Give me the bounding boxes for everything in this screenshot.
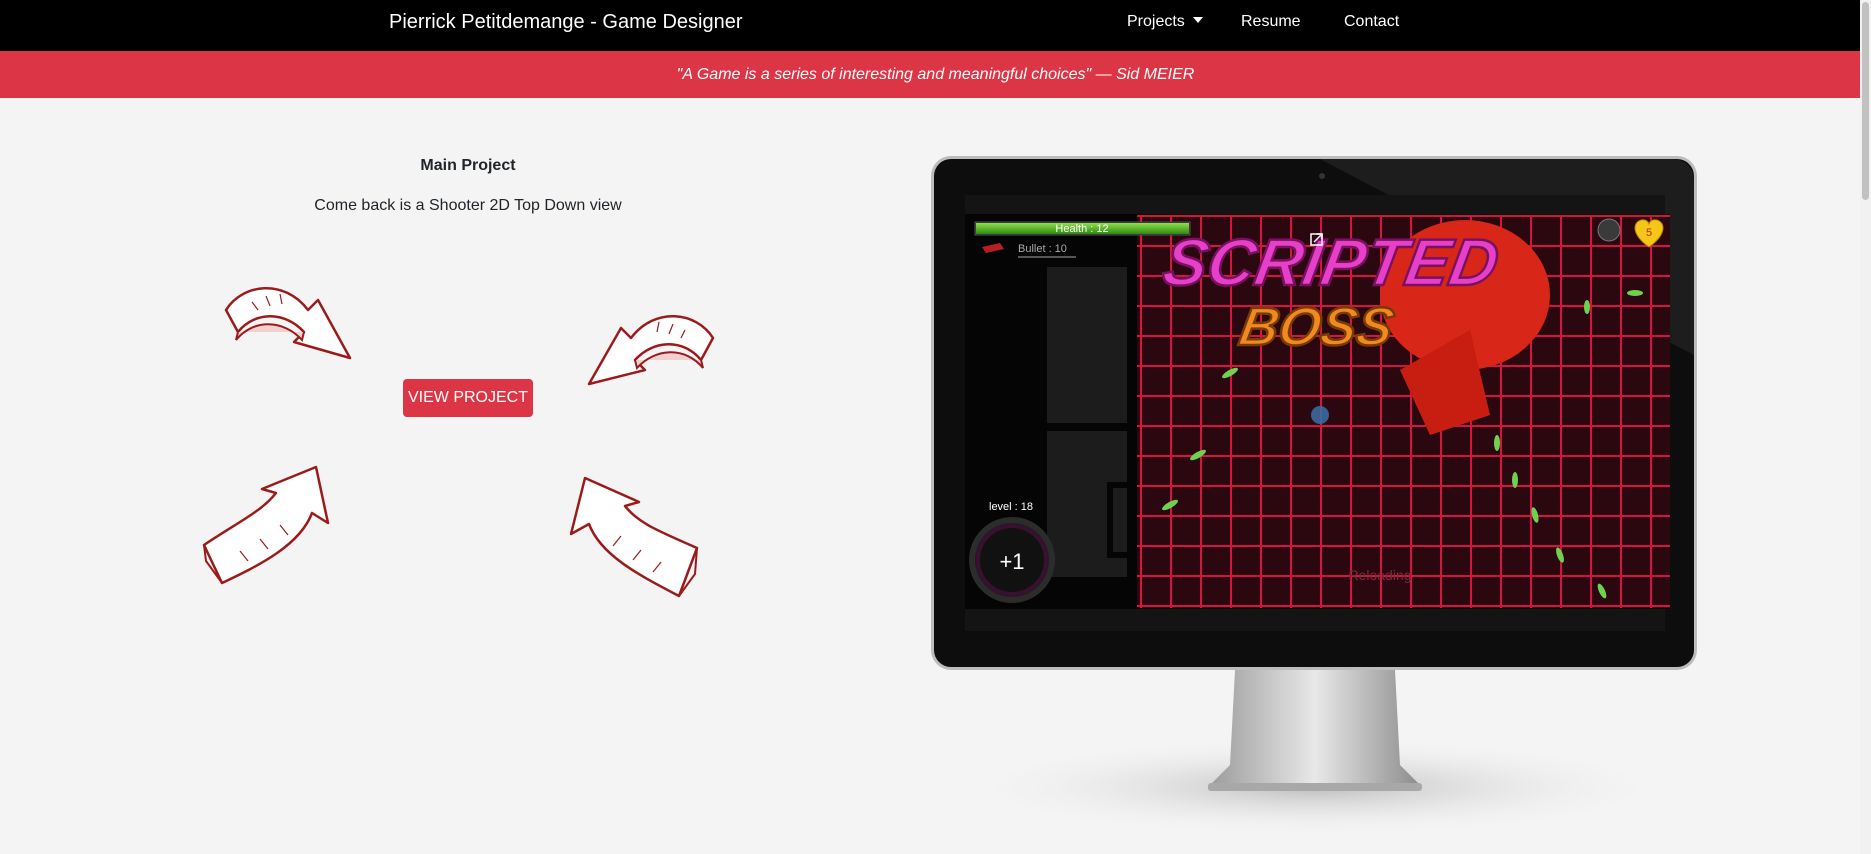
bullet-label: Bullet : 10: [1018, 243, 1067, 255]
game-title-line1: SCRIPTED: [1158, 226, 1505, 299]
quote-banner: "A Game is a series of interesting and m…: [0, 51, 1871, 98]
level-label: level : 18: [989, 501, 1033, 513]
main-project-description: Come back is a Shooter 2D Top Down view: [314, 197, 622, 214]
game-title-line2: BOSS: [1235, 296, 1399, 357]
nav-resume[interactable]: Resume: [1241, 13, 1301, 31]
chevron-down-icon: [1192, 17, 1203, 23]
curved-arrow-top-right-icon: [587, 314, 715, 386]
nav-projects-dropdown[interactable]: Projects: [1127, 13, 1203, 31]
curved-arrow-bottom-right-icon: [569, 476, 699, 598]
lives-count: 5: [1646, 227, 1652, 239]
view-project-button[interactable]: VIEW PROJECT: [403, 379, 533, 417]
monitor-mockup: Health : 12 Bullet : 10 SCRIPTED BOSS 5 …: [930, 155, 1700, 840]
navbar: Pierrick Petitdemange - Game Designer Pr…: [0, 0, 1871, 51]
combo-counter: +1: [999, 549, 1024, 574]
curved-arrow-bottom-left-icon: [202, 465, 330, 585]
page-scrollbar[interactable]: [1860, 0, 1871, 854]
nav-contact[interactable]: Contact: [1344, 13, 1399, 31]
curved-arrow-top-left-icon: [224, 286, 352, 360]
scrollbar-thumb[interactable]: [1862, 2, 1869, 200]
brand-link[interactable]: Pierrick Petitdemange - Game Designer: [389, 11, 742, 34]
health-label: Health : 12: [1055, 223, 1108, 235]
reloading-status: Reloading: [1348, 567, 1411, 583]
nav-projects-label: Projects: [1127, 13, 1185, 30]
bomb-icon: [1597, 218, 1621, 242]
main-project-title: Main Project: [420, 157, 516, 174]
game-screenshot: Health : 12 Bullet : 10 SCRIPTED BOSS 5 …: [931, 156, 1697, 837]
